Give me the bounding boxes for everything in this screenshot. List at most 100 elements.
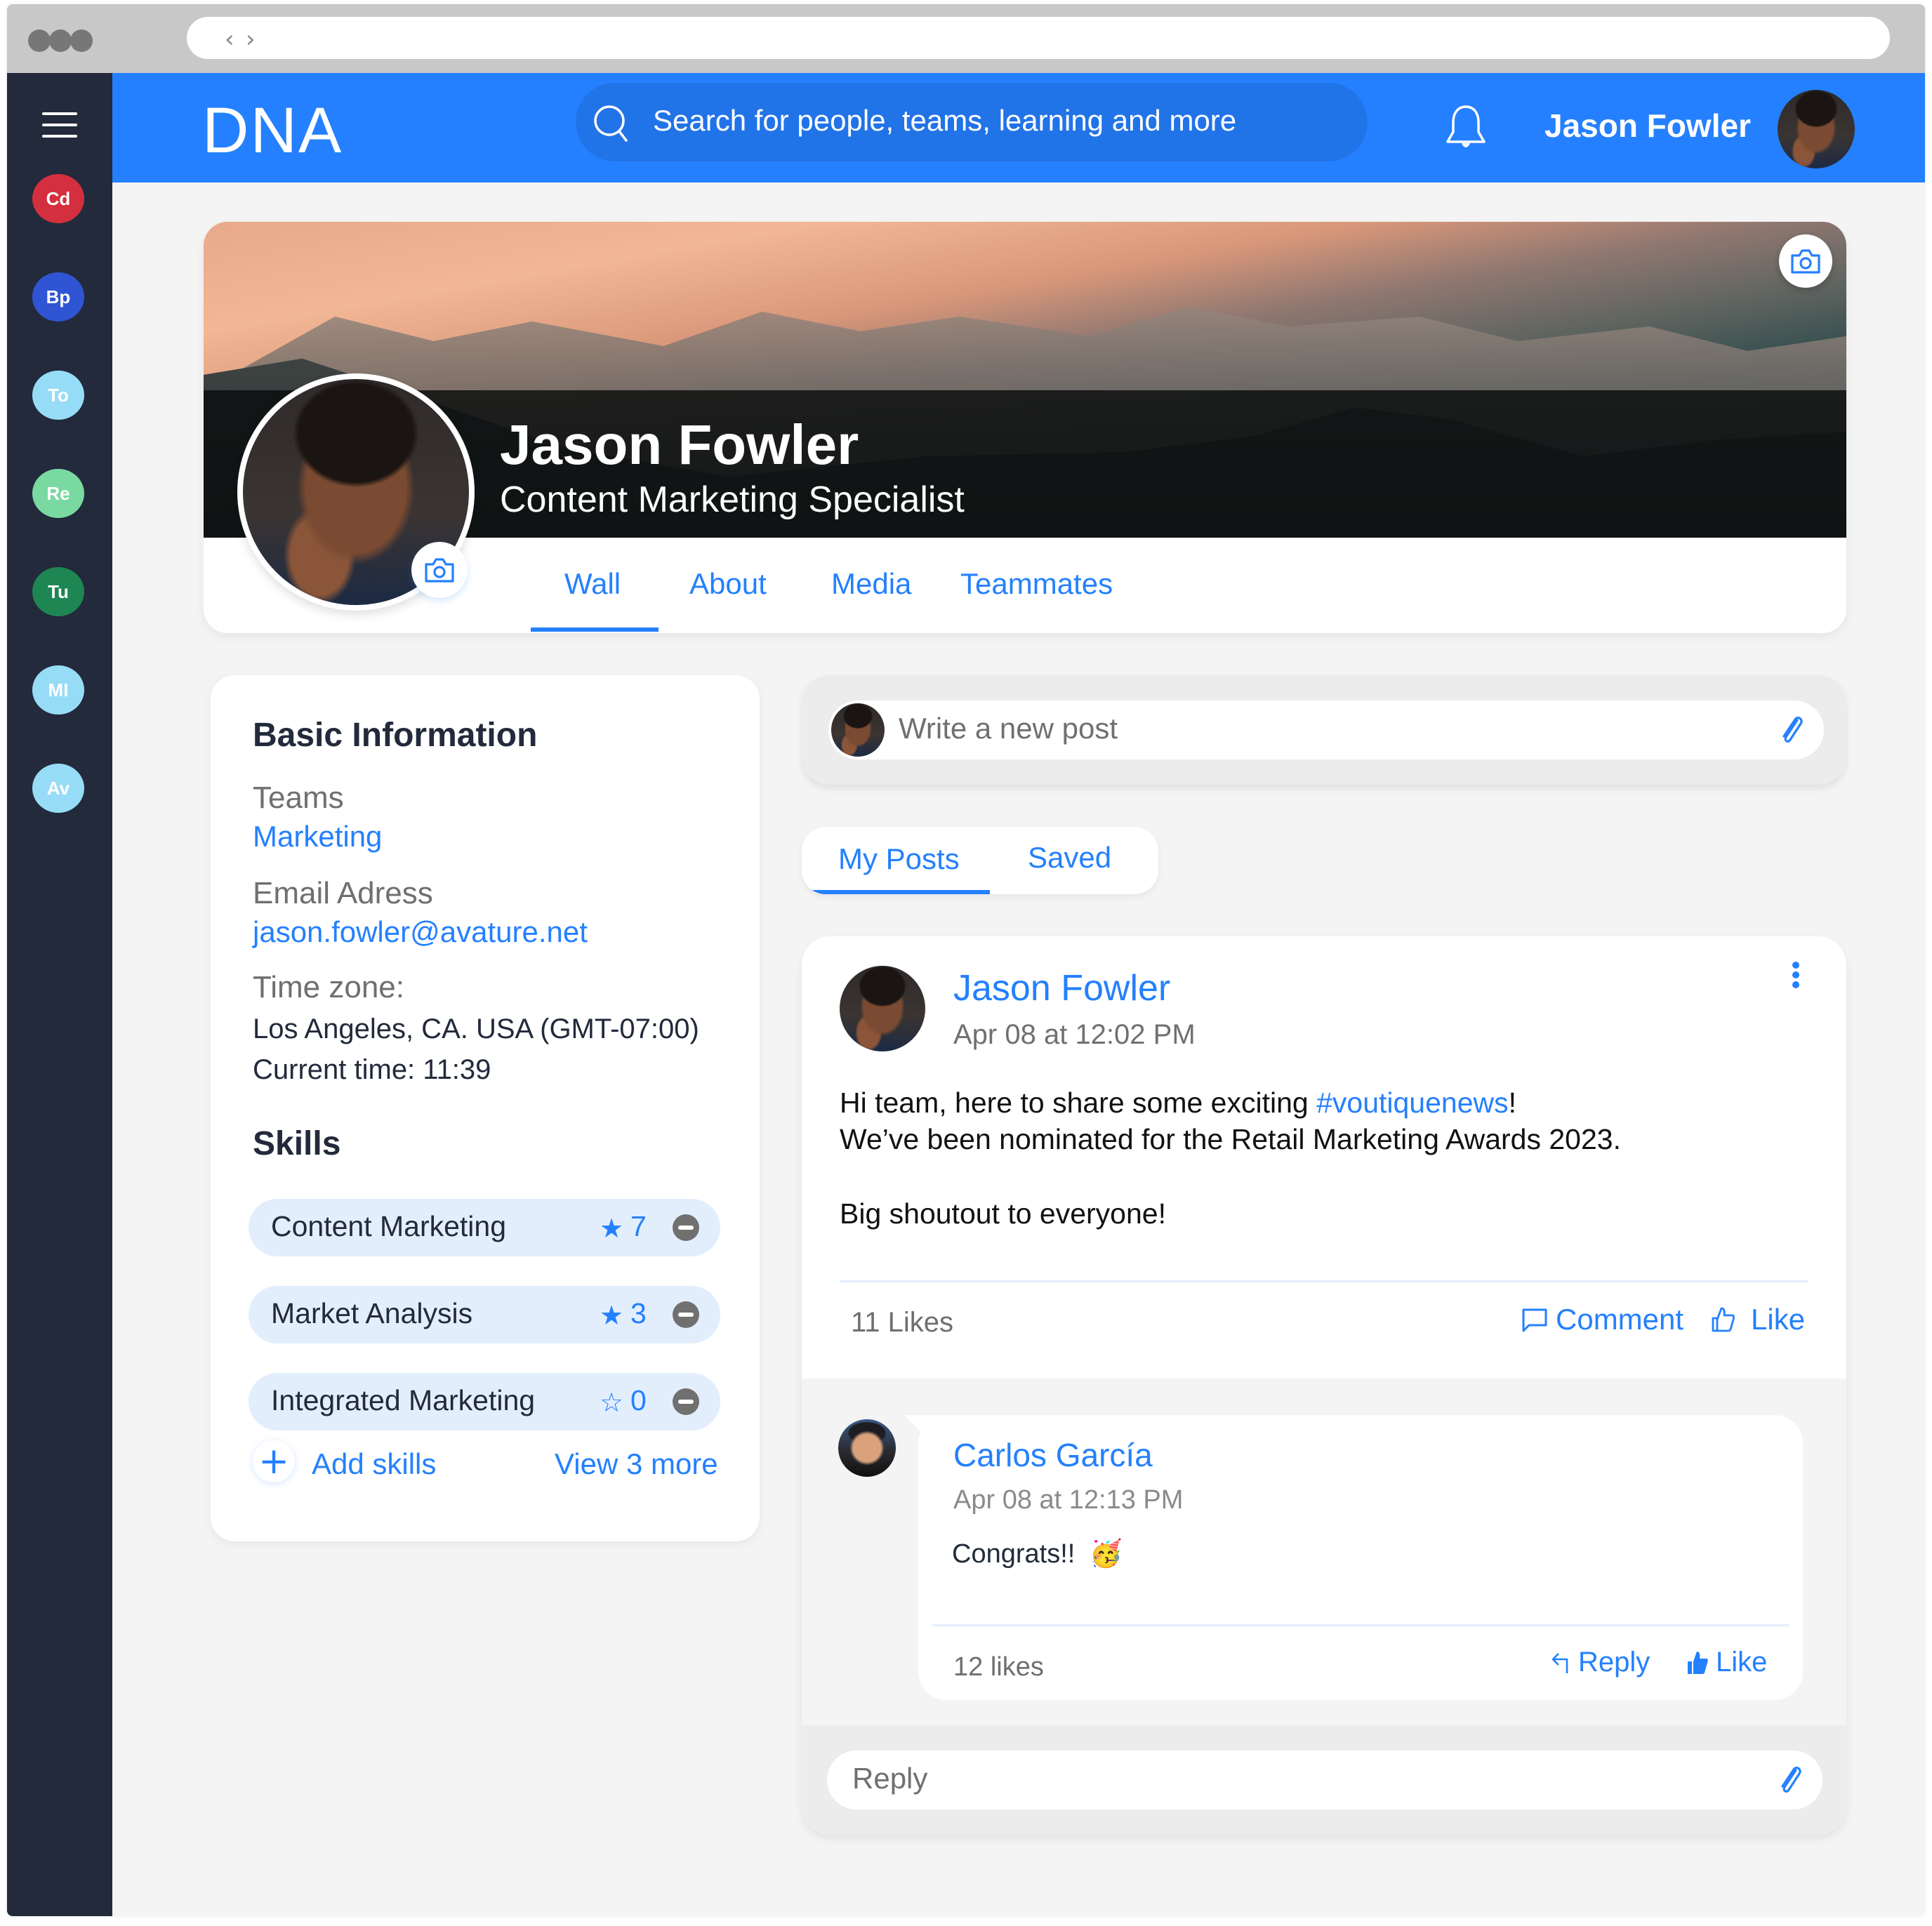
post-text-line: Big shoutout to everyone! <box>840 1197 1166 1230</box>
comment: Carlos García Apr 08 at 12:13 PM Congrat… <box>918 1415 1803 1700</box>
app-logo[interactable]: DNA <box>202 94 343 168</box>
tab-saved[interactable]: Saved <box>1028 841 1111 875</box>
endorsement-count: 7 <box>630 1210 647 1242</box>
star-outline-icon[interactable]: ☆ <box>600 1387 623 1418</box>
browser-window: ‹ › Cd Bp To Re Tu MI Av DNA Search for people… <box>7 4 1925 1916</box>
endorsement-count: 3 <box>630 1297 647 1329</box>
team-badge[interactable]: To <box>32 371 84 420</box>
post-filter-tabs: My Posts Saved <box>802 827 1158 894</box>
address-bar[interactable]: ‹ › <box>187 17 1890 59</box>
window-control-dot[interactable] <box>49 29 72 52</box>
star-filled-icon[interactable]: ★ <box>600 1213 623 1244</box>
remove-skill-icon[interactable] <box>673 1214 699 1241</box>
thumbs-up-outline-icon <box>1712 1307 1735 1332</box>
post-author-name[interactable]: Jason Fowler <box>953 967 1170 1009</box>
post-composer: Write a new post <box>802 675 1846 785</box>
timezone-value: Los Angeles, CA. USA (GMT-07:00) <box>253 1014 699 1044</box>
party-emoji: 🥳 <box>1089 1539 1123 1569</box>
window-control-dot[interactable] <box>28 29 51 52</box>
camera-icon <box>1791 249 1820 274</box>
plus-icon[interactable]: + <box>253 1440 295 1482</box>
reply-button[interactable]: Reply <box>1550 1647 1650 1678</box>
new-post-input[interactable]: Write a new post <box>828 700 1824 759</box>
email-label: Email Adress <box>253 876 433 910</box>
comment-timestamp: Apr 08 at 12:13 PM <box>953 1485 1184 1515</box>
skill-chip[interactable]: Market Analysis ★ 3 <box>249 1286 720 1343</box>
team-sidebar: Cd Bp To Re Tu MI Av <box>7 73 112 1916</box>
skill-chip[interactable]: Content Marketing ★ 7 <box>249 1199 720 1256</box>
tab-my-posts[interactable]: My Posts <box>838 842 960 876</box>
active-tab-indicator <box>531 627 659 632</box>
divider <box>840 1280 1808 1282</box>
reply-placeholder: Reply <box>852 1762 928 1795</box>
tab-about[interactable]: About <box>689 567 767 601</box>
comment-button[interactable]: Comment <box>1521 1303 1683 1336</box>
team-badge[interactable]: Tu <box>32 567 84 616</box>
teams-label: Teams <box>253 781 344 815</box>
skill-name: Content Marketing <box>271 1210 507 1242</box>
timezone-label: Time zone: <box>253 970 405 1004</box>
post-likes-count[interactable]: 11 Likes <box>851 1307 953 1339</box>
hamburger-icon[interactable] <box>42 112 77 138</box>
skills-heading: Skills <box>253 1125 341 1162</box>
tab-teammates[interactable]: Teammates <box>960 567 1113 601</box>
composer-avatar <box>831 703 885 757</box>
paperclip-icon[interactable] <box>1776 713 1807 747</box>
paperclip-icon[interactable] <box>1775 1763 1806 1797</box>
comment-icon <box>1522 1308 1547 1332</box>
like-button[interactable]: Like <box>1710 1303 1805 1336</box>
star-filled-icon[interactable]: ★ <box>600 1300 623 1331</box>
commenter-avatar[interactable] <box>838 1419 896 1477</box>
skill-name: Market Analysis <box>271 1297 473 1329</box>
remove-skill-icon[interactable] <box>673 1388 699 1415</box>
add-skills-link[interactable]: Add skills <box>312 1447 436 1481</box>
post-text-line: Hi team, here to share some exciting #vo… <box>840 1087 1517 1119</box>
team-badge[interactable]: Re <box>32 469 84 518</box>
commenter-name[interactable]: Carlos García <box>953 1436 1153 1474</box>
comments-section: Carlos García Apr 08 at 12:13 PM Congrat… <box>802 1379 1846 1725</box>
comment-like-button[interactable]: Like <box>1686 1647 1767 1678</box>
view-more-skills-link[interactable]: View 3 more <box>555 1447 718 1481</box>
email-link[interactable]: jason.fowler@avature.net <box>253 915 588 949</box>
post-author-avatar[interactable] <box>840 966 925 1051</box>
team-badge[interactable]: Bp <box>32 272 84 321</box>
browser-chrome: ‹ › <box>7 4 1925 73</box>
basic-info-card: Basic Information Teams Marketing Email … <box>211 675 760 1541</box>
comment-likes-count[interactable]: 12 likes <box>953 1652 1044 1682</box>
post-card: Jason Fowler Apr 08 at 12:02 PM Hi team,… <box>802 936 1846 1835</box>
bell-icon[interactable] <box>1443 102 1488 153</box>
change-avatar-button[interactable] <box>411 542 468 598</box>
post-text-line: We’ve been nominated for the Retail Mark… <box>840 1123 1621 1155</box>
team-link[interactable]: Marketing <box>253 820 382 854</box>
window-control-dot[interactable] <box>70 29 93 52</box>
new-post-placeholder: Write a new post <box>899 712 1118 745</box>
current-user-avatar[interactable] <box>1778 90 1855 168</box>
search-input[interactable]: Search for people, teams, learning and m… <box>576 83 1368 161</box>
profile-avatar[interactable] <box>237 373 475 611</box>
current-user-name[interactable]: Jason Fowler <box>1544 107 1751 145</box>
team-badge[interactable]: MI <box>32 665 84 715</box>
reply-input[interactable]: Reply <box>827 1751 1822 1809</box>
thumbs-up-filled-icon <box>1688 1651 1708 1674</box>
tab-wall[interactable]: Wall <box>564 567 621 601</box>
tab-media[interactable]: Media <box>831 567 911 601</box>
team-badge[interactable]: Cd <box>32 174 84 223</box>
current-time: Current time: 11:39 <box>253 1054 491 1085</box>
endorsement-count: 0 <box>630 1384 647 1416</box>
chevron-left-icon[interactable]: ‹ <box>225 25 234 53</box>
profile-job-title: Content Marketing Specialist <box>500 479 965 520</box>
search-icon <box>594 105 628 142</box>
team-badge[interactable]: Av <box>32 764 84 813</box>
more-options-icon[interactable] <box>1787 962 1804 994</box>
hashtag-link[interactable]: #voutiquenews <box>1316 1087 1509 1119</box>
comment-text: Congrats!! 🥳 <box>952 1539 1123 1569</box>
skill-chip[interactable]: Integrated Marketing ☆ 0 <box>249 1373 720 1430</box>
reply-arrow-icon <box>1551 1652 1568 1673</box>
profile-name: Jason Fowler <box>500 413 859 476</box>
basic-info-heading: Basic Information <box>253 717 538 754</box>
divider <box>932 1624 1789 1626</box>
remove-skill-icon[interactable] <box>673 1301 699 1328</box>
change-cover-button[interactable] <box>1779 234 1832 288</box>
chevron-right-icon[interactable]: › <box>246 25 256 53</box>
camera-icon <box>425 558 454 583</box>
